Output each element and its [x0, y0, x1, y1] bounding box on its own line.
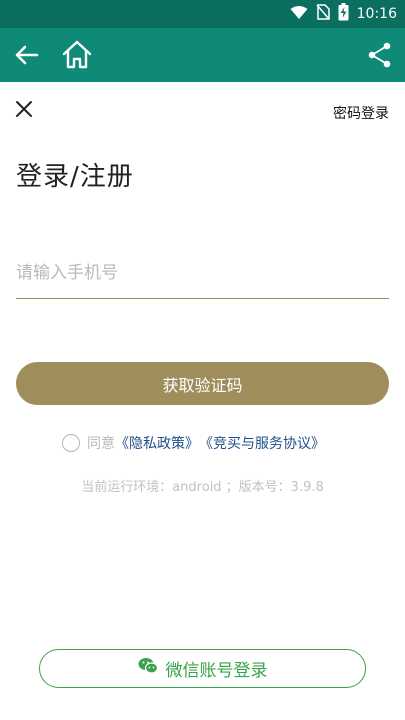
wechat-login-button[interactable]: 微信账号登录	[39, 649, 366, 688]
agree-label: 同意	[87, 436, 115, 452]
page-title: 登录/注册	[16, 162, 134, 192]
close-icon[interactable]	[12, 97, 36, 121]
service-agreement-link[interactable]: 《竞买与服务协议》	[199, 433, 325, 453]
agreement-row: 同意 《隐私政策》 《竞买与服务协议》	[62, 432, 325, 454]
get-verification-code-button[interactable]: 获取验证码	[16, 362, 389, 405]
home-icon[interactable]	[60, 38, 94, 72]
agree-checkbox[interactable]	[62, 434, 80, 452]
battery-charging-icon	[338, 3, 349, 25]
wechat-login-label: 微信账号登录	[165, 661, 268, 680]
privacy-policy-link[interactable]: 《隐私政策》	[115, 433, 199, 453]
status-icons: 10:16	[290, 0, 397, 28]
password-login-link[interactable]: 密码登录	[333, 103, 389, 123]
back-arrow-icon[interactable]	[12, 40, 42, 70]
share-icon[interactable]	[365, 40, 395, 70]
no-sim-icon	[316, 4, 330, 24]
app-bar	[0, 28, 405, 82]
wechat-icon	[138, 657, 166, 680]
wifi-icon	[290, 5, 308, 24]
phone-input[interactable]	[16, 248, 389, 299]
status-bar: 10:16	[0, 0, 405, 28]
version-info: 当前运行环境：android ；版本号：3.9.8	[81, 480, 324, 495]
status-time: 10:16	[356, 6, 397, 22]
